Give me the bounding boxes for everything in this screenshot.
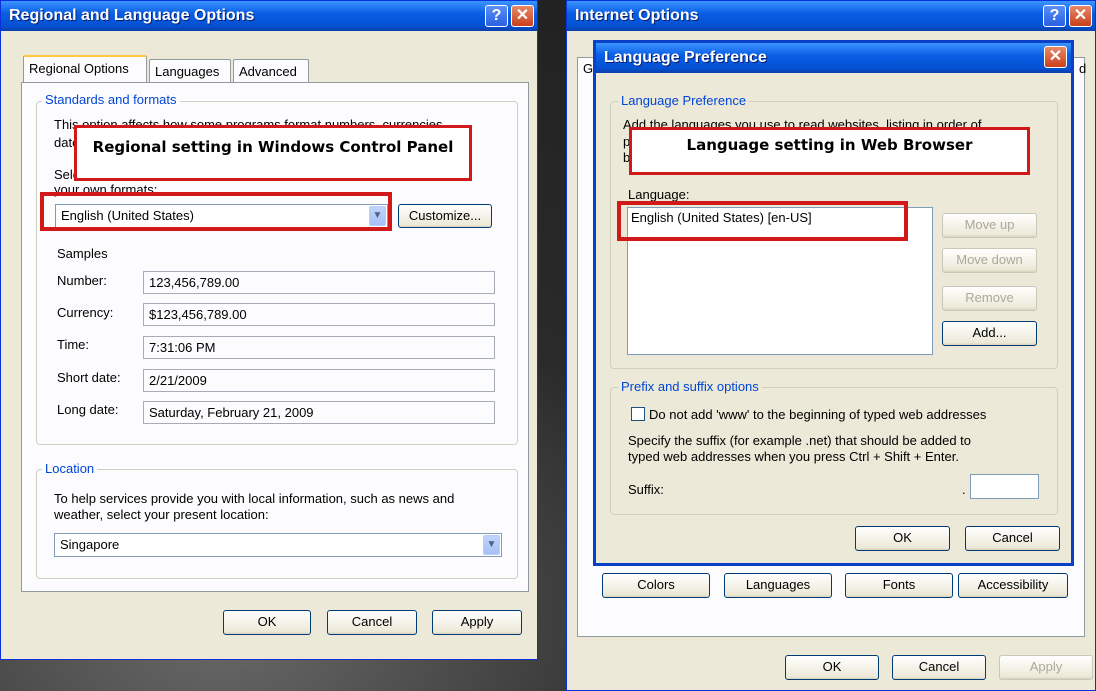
location-group-title: Location	[42, 461, 98, 476]
sample-label-currency: Currency:	[57, 305, 114, 320]
suffix-input[interactable]	[970, 474, 1039, 499]
add-button[interactable]: Add...	[942, 321, 1037, 346]
language-list-label: Language:	[628, 187, 690, 202]
close-button[interactable]: ✕	[1044, 46, 1067, 68]
regional-callout: Regional setting in Windows Control Pane…	[74, 125, 472, 181]
standards-group-title: Standards and formats	[42, 92, 180, 107]
sample-label-short-date: Short date:	[57, 370, 121, 385]
customize-button[interactable]: Customize...	[398, 204, 492, 228]
location-group	[36, 469, 518, 579]
sample-value-currency: $123,456,789.00	[143, 303, 495, 326]
tab-regional-options[interactable]: Regional Options	[23, 55, 147, 82]
location-dropdown[interactable]: Singapore ▼	[54, 533, 502, 557]
suffix-label: Suffix:	[628, 482, 664, 497]
fonts-button[interactable]: Fonts	[845, 573, 953, 598]
cancel-button[interactable]: Cancel	[892, 655, 986, 680]
move-down-button[interactable]: Move down	[942, 248, 1037, 273]
samples-label: Samples	[57, 246, 108, 261]
langpref-title: Language Preference	[604, 49, 767, 66]
ok-button[interactable]: OK	[785, 655, 879, 680]
tab-fragment-right: d	[1079, 61, 1087, 76]
internet-title: Internet Options	[575, 7, 699, 24]
tab-advanced[interactable]: Advanced	[233, 59, 309, 83]
regional-title: Regional and Language Options	[9, 7, 255, 24]
remove-button[interactable]: Remove	[942, 286, 1037, 311]
location-value: Singapore	[60, 537, 120, 552]
close-button[interactable]: ✕	[1069, 5, 1092, 27]
internet-titlebar: Internet Options	[567, 1, 1095, 31]
tab-languages[interactable]: Languages	[149, 59, 231, 83]
accessibility-button[interactable]: Accessibility	[958, 573, 1068, 598]
language-list-highlight	[617, 201, 908, 241]
sample-label-time: Time:	[57, 337, 90, 352]
sample-value-time: 7:31:06 PM	[143, 336, 495, 359]
languages-button[interactable]: Languages	[724, 573, 832, 598]
cancel-button[interactable]: Cancel	[327, 610, 417, 635]
cancel-button[interactable]: Cancel	[965, 526, 1060, 551]
sample-value-long-date: Saturday, February 21, 2009	[143, 401, 495, 424]
browser-callout: Language setting in Web Browser	[629, 127, 1030, 175]
location-description: To help services provide you with local …	[54, 491, 455, 506]
regional-callout-text: Regional setting in Windows Control Pane…	[92, 138, 454, 156]
apply-button[interactable]: Apply	[432, 610, 522, 635]
browser-callout-text: Language setting in Web Browser	[686, 136, 973, 154]
sample-label-number: Number:	[57, 273, 107, 288]
no-www-label: Do not add 'www' to the beginning of typ…	[649, 407, 987, 422]
help-button[interactable]: ?	[485, 5, 508, 27]
langpref-group-title: Language Preference	[618, 93, 750, 108]
ok-button[interactable]: OK	[855, 526, 950, 551]
suffix-description-2: typed web addresses when you press Ctrl …	[628, 449, 959, 464]
language-preference-dialog: Language Preference ✕ Language Preferenc…	[593, 40, 1074, 566]
sample-value-number: 123,456,789.00	[143, 271, 495, 294]
move-up-button[interactable]: Move up	[942, 213, 1037, 238]
sample-label-long-date: Long date:	[57, 402, 119, 417]
regional-language-window: Regional and Language Options ? ✕ Region…	[0, 0, 538, 660]
sample-value-short-date: 2/21/2009	[143, 369, 495, 392]
no-www-checkbox[interactable]	[631, 407, 645, 421]
regional-format-highlight	[40, 192, 392, 231]
colors-button[interactable]: Colors	[602, 573, 710, 598]
help-button[interactable]: ?	[1043, 5, 1066, 27]
apply-button[interactable]: Apply	[999, 655, 1093, 680]
regional-titlebar: Regional and Language Options	[1, 1, 537, 31]
prefix-suffix-group-title: Prefix and suffix options	[618, 379, 762, 394]
close-button[interactable]: ✕	[511, 5, 534, 27]
langpref-titlebar: Language Preference	[596, 43, 1071, 73]
location-description-2: weather, select your present location:	[54, 507, 269, 522]
suffix-description: Specify the suffix (for example .net) th…	[628, 433, 972, 448]
chevron-down-icon[interactable]: ▼	[483, 535, 500, 555]
suffix-dot: .	[962, 482, 966, 497]
ok-button[interactable]: OK	[223, 610, 311, 635]
tab-fragment-left: G	[583, 61, 594, 76]
